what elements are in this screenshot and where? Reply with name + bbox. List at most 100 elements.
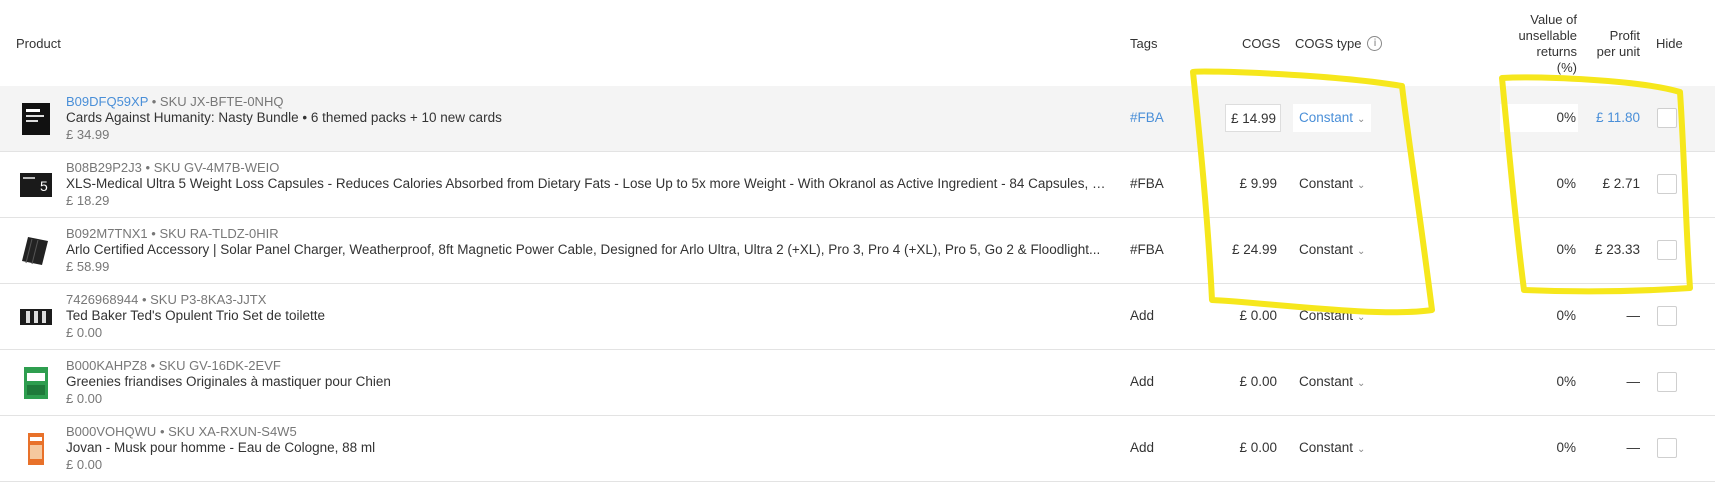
- cologne-bottle-icon: [28, 433, 44, 465]
- table-row: 7426968944 • SKU P3-8KA3-JJTX Ted Baker …: [0, 284, 1715, 350]
- product-title: Ted Baker Ted's Opulent Trio Set de toil…: [66, 308, 325, 323]
- asin-text: B000VOHQWU: [66, 424, 157, 439]
- hide-checkbox[interactable]: [1657, 240, 1677, 260]
- cogs-type-value: Constant: [1299, 308, 1354, 323]
- sku-label: • SKU GV-4M7B-WEIO: [145, 160, 280, 175]
- header-vur-line3: returns: [1536, 44, 1577, 59]
- svg-text:5: 5: [40, 178, 48, 194]
- card-box-icon: [22, 103, 50, 135]
- table-row: B000VOHQWU • SKU XA-RXUN-S4W5 Jovan - Mu…: [0, 416, 1715, 482]
- chevron-down-icon: ⌄: [1357, 444, 1366, 455]
- cogs-type-select[interactable]: Constant ⌄: [1293, 170, 1371, 198]
- header-profit-per-unit: Profit per unit: [1588, 28, 1640, 60]
- cogs-type-value: Constant: [1299, 374, 1354, 389]
- header-profit-line2: per unit: [1596, 44, 1640, 59]
- header-cogs-type: COGS type i: [1295, 36, 1383, 51]
- header-vur-line2: unsellable: [1518, 28, 1577, 43]
- header-product: Product: [16, 36, 61, 51]
- product-price: £ 34.99: [66, 127, 110, 142]
- sku-label: • SKU XA-RXUN-S4W5: [159, 424, 297, 439]
- hide-checkbox[interactable]: [1657, 372, 1677, 392]
- header-vur-line4: (%): [1556, 60, 1577, 75]
- header-tags: Tags: [1130, 36, 1158, 51]
- product-title: Greenies friandises Originales à mastiqu…: [66, 374, 391, 389]
- cogs-type-value: Constant: [1299, 440, 1354, 455]
- product-price: £ 58.99: [66, 259, 110, 274]
- product-title: Jovan - Musk pour homme - Eau de Cologne…: [66, 440, 376, 455]
- cogs-input[interactable]: £ 14.99: [1225, 104, 1281, 132]
- tag-link[interactable]: #FBA: [1130, 110, 1164, 125]
- chevron-down-icon: ⌄: [1357, 180, 1366, 191]
- chevron-down-icon: ⌄: [1357, 312, 1366, 323]
- header-vur-line1: Value of: [1530, 12, 1577, 27]
- hide-checkbox[interactable]: [1657, 174, 1677, 194]
- cogs-value[interactable]: £ 24.99: [1225, 236, 1281, 264]
- cogs-value[interactable]: £ 9.99: [1225, 170, 1281, 198]
- product-price: £ 0.00: [66, 391, 103, 406]
- cogs-type-select[interactable]: Constant ⌄: [1293, 104, 1372, 132]
- profit-per-unit-value: £ 2.71: [1602, 176, 1640, 191]
- hide-checkbox[interactable]: [1657, 438, 1677, 458]
- sku-label: • SKU GV-16DK-2EVF: [150, 358, 281, 373]
- chevron-down-icon: ⌄: [1357, 114, 1366, 125]
- product-title: XLS-Medical Ultra 5 Weight Loss Capsules…: [66, 176, 1106, 191]
- header-value-unsellable-returns: Value of unsellable returns (%): [1455, 12, 1577, 76]
- table-row: B000KAHPZ8 • SKU GV-16DK-2EVF Greenies f…: [0, 350, 1715, 416]
- unsellable-returns-value[interactable]: 0%: [1500, 434, 1578, 462]
- cogs-type-select[interactable]: Constant ⌄: [1293, 434, 1371, 462]
- cogs-type-select[interactable]: Constant ⌄: [1293, 368, 1371, 396]
- table-header: Product Tags COGS COGS type i Value of u…: [0, 0, 1715, 87]
- product-meta: B000VOHQWU • SKU XA-RXUN-S4W5: [66, 424, 297, 439]
- gift-set-icon: [20, 309, 52, 325]
- profit-per-unit-value: —: [1626, 440, 1641, 455]
- asin-text: B000KAHPZ8: [66, 358, 147, 373]
- profit-per-unit-value: —: [1626, 374, 1641, 389]
- sku-label: • SKU RA-TLDZ-0HIR: [151, 226, 279, 241]
- header-hide: Hide: [1656, 36, 1683, 51]
- asin-text: B092M7TNX1: [66, 226, 148, 241]
- unsellable-returns-value[interactable]: 0%: [1500, 368, 1578, 396]
- sku-label: • SKU JX-BFTE-0NHQ: [151, 94, 284, 109]
- tag-label[interactable]: #FBA: [1130, 176, 1164, 191]
- cogs-type-select[interactable]: Constant ⌄: [1293, 302, 1371, 330]
- product-meta: B08B29P2J3 • SKU GV-4M7B-WEIO: [66, 160, 279, 175]
- product-meta: B000KAHPZ8 • SKU GV-16DK-2EVF: [66, 358, 281, 373]
- chevron-down-icon: ⌄: [1357, 246, 1366, 257]
- cogs-table: Product Tags COGS COGS type i Value of u…: [0, 0, 1715, 482]
- tag-label[interactable]: #FBA: [1130, 242, 1164, 257]
- asin-link[interactable]: B09DFQ59XP: [66, 94, 148, 109]
- product-price: £ 0.00: [66, 457, 103, 472]
- profit-per-unit-value: £ 23.33: [1594, 242, 1640, 257]
- cogs-type-select[interactable]: Constant ⌄: [1293, 236, 1371, 264]
- cogs-type-value: Constant: [1299, 176, 1354, 191]
- table-row: B092M7TNX1 • SKU RA-TLDZ-0HIR Arlo Certi…: [0, 218, 1715, 284]
- product-title: Arlo Certified Accessory | Solar Panel C…: [66, 242, 1101, 257]
- header-profit-line1: Profit: [1609, 28, 1640, 43]
- sku-label: • SKU P3-8KA3-JJTX: [141, 292, 267, 307]
- cogs-value[interactable]: £ 0.00: [1225, 368, 1281, 396]
- add-tag-link[interactable]: Add: [1130, 308, 1154, 323]
- unsellable-returns-value[interactable]: 0%: [1500, 302, 1578, 330]
- hide-checkbox[interactable]: [1657, 108, 1677, 128]
- product-price: £ 0.00: [66, 325, 103, 340]
- add-tag-link[interactable]: Add: [1130, 440, 1154, 455]
- cogs-value[interactable]: £ 0.00: [1225, 302, 1281, 330]
- product-meta: B09DFQ59XP • SKU JX-BFTE-0NHQ: [66, 94, 283, 109]
- add-tag-link[interactable]: Add: [1130, 374, 1154, 389]
- product-meta: 7426968944 • SKU P3-8KA3-JJTX: [66, 292, 266, 307]
- cogs-type-value: Constant: [1299, 242, 1354, 257]
- dog-treat-icon: [24, 367, 48, 399]
- solar-panel-icon: [22, 237, 48, 265]
- chevron-down-icon: ⌄: [1357, 378, 1366, 389]
- unsellable-returns-value[interactable]: 0%: [1500, 170, 1578, 198]
- unsellable-returns-value[interactable]: 0%: [1500, 236, 1578, 264]
- hide-checkbox[interactable]: [1657, 306, 1677, 326]
- capsule-box-icon: 5: [20, 173, 52, 197]
- asin-text: B08B29P2J3: [66, 160, 142, 175]
- profit-per-unit-link[interactable]: £ 11.80: [1586, 110, 1640, 125]
- unsellable-returns-input[interactable]: 0%: [1500, 104, 1578, 132]
- info-icon[interactable]: i: [1367, 36, 1383, 51]
- cogs-value[interactable]: £ 0.00: [1225, 434, 1281, 462]
- table-row: 5 B08B29P2J3 • SKU GV-4M7B-WEIO XLS-Medi…: [0, 152, 1715, 218]
- header-cogs: COGS: [1242, 36, 1281, 51]
